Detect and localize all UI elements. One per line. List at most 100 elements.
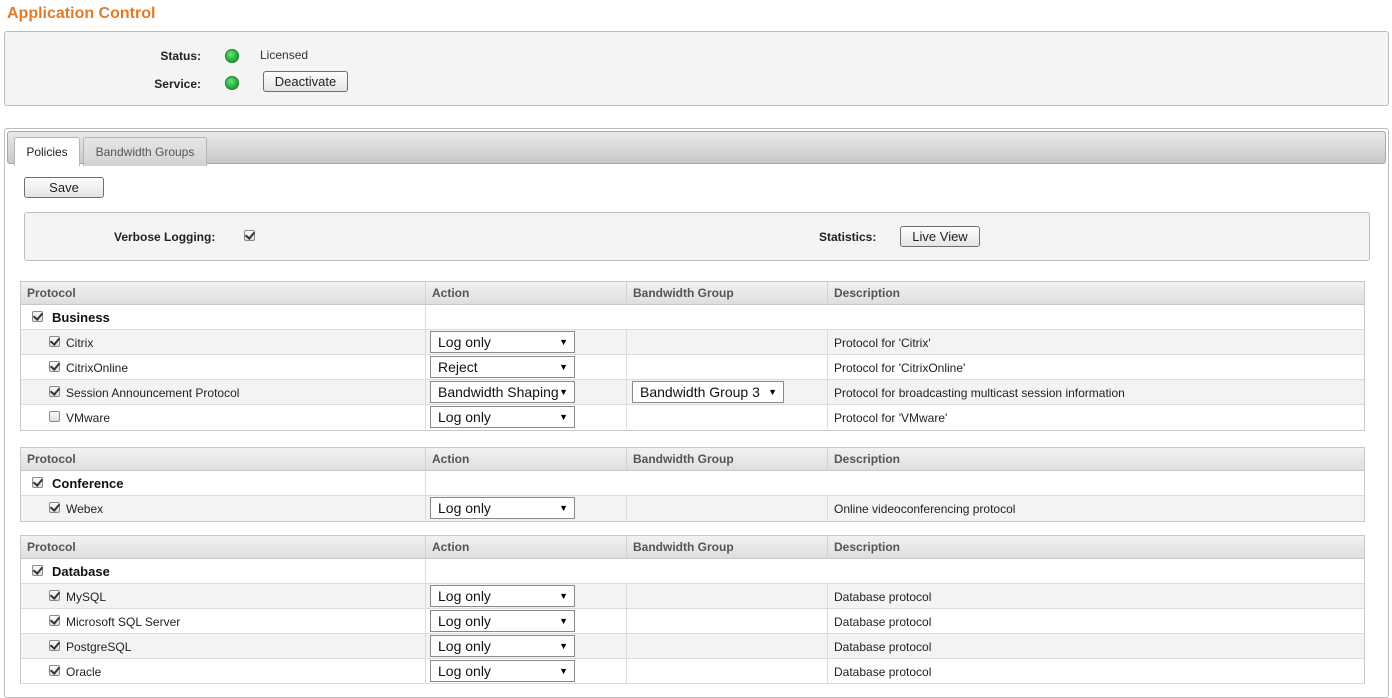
group-checkbox-database[interactable] — [32, 565, 43, 576]
action-select[interactable]: Log only ▼ — [430, 660, 575, 682]
table-row: PostgreSQL Log only ▼ Database protocol — [21, 634, 1364, 659]
grid-header: Protocol Action Bandwidth Group Descript… — [21, 282, 1364, 305]
save-button[interactable]: Save — [24, 177, 104, 198]
table-row: MySQL Log only ▼ Database protocol — [21, 584, 1364, 609]
protocol-description: Database protocol — [834, 640, 932, 654]
protocol-description: Protocol for 'CitrixOnline' — [834, 361, 966, 375]
tab-policies[interactable]: Policies — [14, 137, 80, 166]
protocol-name: Microsoft SQL Server — [66, 615, 181, 629]
column-header-action: Action — [426, 448, 627, 470]
protocol-checkbox[interactable] — [49, 336, 60, 347]
column-header-protocol: Protocol — [21, 448, 426, 470]
dropdown-arrow-icon: ▼ — [559, 641, 568, 651]
protocol-description: Database protocol — [834, 590, 932, 604]
protocol-checkbox[interactable] — [49, 361, 60, 372]
status-panel: Status: Licensed Service: Deactivate — [4, 31, 1389, 106]
status-value: Licensed — [260, 48, 309, 62]
column-header-protocol: Protocol — [21, 536, 426, 558]
table-row: Session Announcement Protocol Bandwidth … — [21, 380, 1364, 405]
table-row: Microsoft SQL Server Log only ▼ Database … — [21, 609, 1364, 634]
column-header-description: Description — [834, 540, 901, 554]
tab-strip: Policies Bandwidth Groups — [7, 131, 1386, 166]
dropdown-arrow-icon: ▼ — [559, 503, 568, 513]
protocol-description: Online videoconferencing protocol — [834, 502, 1016, 516]
protocol-name: Oracle — [66, 665, 102, 679]
green-led-icon — [225, 76, 239, 90]
logging-panel: Verbose Logging: Statistics: Live View — [24, 212, 1370, 261]
group-name: Conference — [52, 476, 124, 491]
dropdown-arrow-icon: ▼ — [559, 387, 568, 397]
action-select[interactable]: Log only ▼ — [430, 635, 575, 657]
tab-bandwidth-groups[interactable]: Bandwidth Groups — [83, 137, 207, 166]
protocol-description: Database protocol — [834, 665, 932, 679]
dropdown-arrow-icon: ▼ — [559, 616, 568, 626]
action-select[interactable]: Log only ▼ — [430, 497, 575, 519]
protocol-checkbox[interactable] — [49, 502, 60, 513]
protocol-name: CitrixOnline — [66, 361, 129, 375]
protocol-checkbox[interactable] — [49, 590, 60, 601]
group-row-conference: Conference — [21, 471, 1364, 496]
protocol-checkbox[interactable] — [49, 615, 60, 626]
protocol-description: Protocol for 'VMware' — [834, 411, 948, 425]
dropdown-arrow-icon: ▼ — [768, 387, 777, 397]
dropdown-arrow-icon: ▼ — [559, 337, 568, 347]
protocol-description: Protocol for 'Citrix' — [834, 336, 931, 350]
group-name: Database — [52, 564, 110, 579]
column-header-action: Action — [426, 536, 627, 558]
protocol-name: PostgreSQL — [66, 640, 132, 654]
table-row: Citrix Log only ▼ Protocol for 'Citrix' — [21, 330, 1364, 355]
group-checkbox-business[interactable] — [32, 311, 43, 322]
table-row: CitrixOnline Reject ▼ Protocol for 'Citri… — [21, 355, 1364, 380]
table-row: Webex Log only ▼ Online videoconferencing… — [21, 496, 1364, 521]
table-row: Oracle Log only ▼ Database protocol — [21, 659, 1364, 684]
action-select[interactable]: Bandwidth Shaping ▼ — [430, 381, 575, 403]
group-row-business: Business — [21, 305, 1364, 330]
protocol-checkbox[interactable] — [49, 386, 60, 397]
protocol-name: MySQL — [66, 590, 107, 604]
dropdown-arrow-icon: ▼ — [559, 666, 568, 676]
protocol-checkbox[interactable] — [49, 640, 60, 651]
grid-header: Protocol Action Bandwidth Group Descript… — [21, 448, 1364, 471]
verbose-logging-label: Verbose Logging: — [114, 230, 216, 244]
column-header-bandwidth-group: Bandwidth Group — [627, 282, 828, 304]
service-label: Service: — [154, 77, 201, 91]
protocol-name: VMware — [66, 411, 111, 425]
page-title: Application Control — [7, 5, 156, 22]
dropdown-arrow-icon: ▼ — [559, 412, 568, 422]
action-select[interactable]: Log only ▼ — [430, 585, 575, 607]
protocol-grid-conference: Protocol Action Bandwidth Group Descript… — [20, 447, 1365, 522]
verbose-logging-checkbox[interactable] — [244, 230, 255, 241]
green-led-icon — [225, 49, 239, 63]
group-checkbox-conference[interactable] — [32, 477, 43, 488]
protocol-name: Citrix — [66, 336, 94, 350]
column-header-bandwidth-group: Bandwidth Group — [627, 536, 828, 558]
dropdown-arrow-icon: ▼ — [559, 591, 568, 601]
column-header-protocol: Protocol — [21, 282, 426, 304]
live-view-button[interactable]: Live View — [900, 226, 980, 247]
grid-header: Protocol Action Bandwidth Group Descript… — [21, 536, 1364, 559]
protocol-checkbox[interactable] — [49, 411, 60, 422]
protocol-grid-database: Protocol Action Bandwidth Group Descript… — [20, 535, 1365, 684]
protocol-checkbox[interactable] — [49, 665, 60, 676]
column-header-description: Description — [834, 286, 901, 300]
action-select[interactable]: Log only ▼ — [430, 406, 575, 428]
table-row: VMware Log only ▼ Protocol for 'VMware' — [21, 405, 1364, 430]
group-row-database: Database — [21, 559, 1364, 584]
group-name: Business — [52, 310, 110, 325]
column-header-action: Action — [426, 282, 627, 304]
action-select[interactable]: Reject ▼ — [430, 356, 575, 378]
dropdown-arrow-icon: ▼ — [559, 362, 568, 372]
protocol-description: Protocol for broadcasting multicast sess… — [834, 386, 1125, 400]
action-select[interactable]: Log only ▼ — [430, 610, 575, 632]
status-label: Status: — [160, 49, 201, 63]
statistics-label: Statistics: — [819, 230, 877, 244]
column-header-description: Description — [834, 452, 901, 466]
action-select[interactable]: Log only ▼ — [430, 331, 575, 353]
protocol-grid-business: Protocol Action Bandwidth Group Descript… — [20, 281, 1365, 431]
protocol-name: Session Announcement Protocol — [66, 386, 240, 400]
deactivate-button[interactable]: Deactivate — [263, 71, 348, 92]
bandwidth-group-select[interactable]: Bandwidth Group 3 ▼ — [632, 381, 784, 403]
protocol-description: Database protocol — [834, 615, 932, 629]
protocol-name: Webex — [66, 502, 104, 516]
column-header-bandwidth-group: Bandwidth Group — [627, 448, 828, 470]
